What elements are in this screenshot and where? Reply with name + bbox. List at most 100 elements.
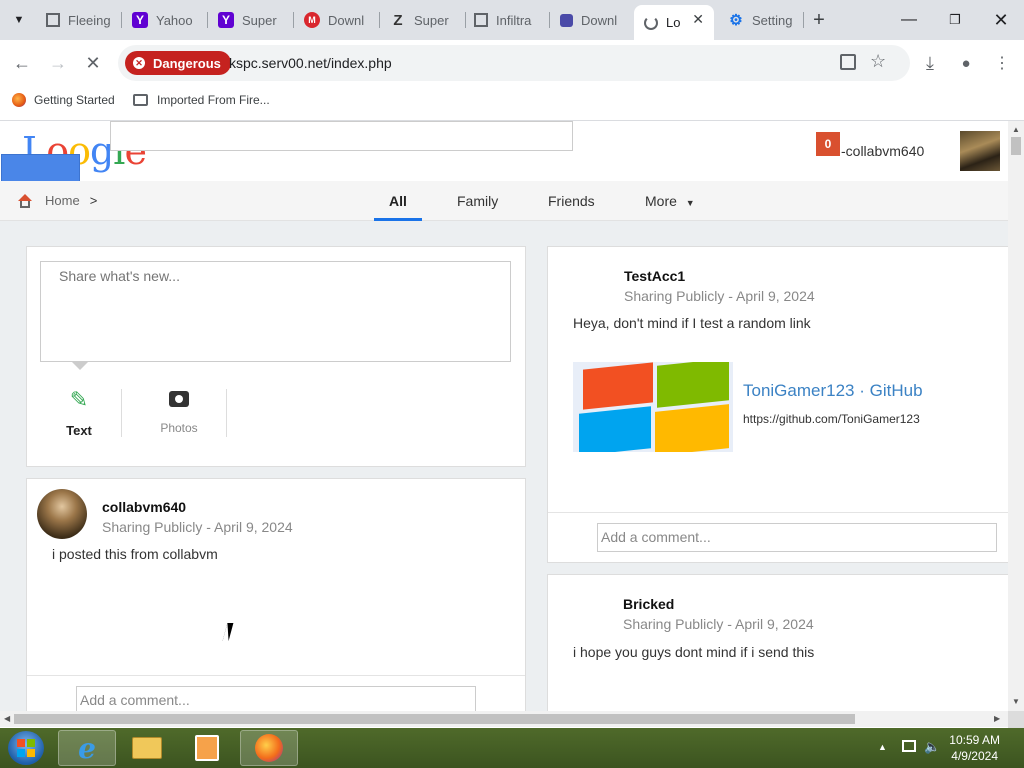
caret-down-icon: ▼ bbox=[685, 198, 695, 208]
browser-tab[interactable]: Fleeing bbox=[46, 6, 122, 34]
bookmark-imported-folder[interactable]: Imported From Fire... bbox=[133, 93, 270, 107]
scroll-left-icon[interactable]: ◀ bbox=[4, 714, 10, 723]
z-icon: Z bbox=[393, 11, 403, 29]
show-hidden-icons[interactable]: ▲ bbox=[878, 742, 887, 752]
horizontal-scrollbar[interactable]: ◀ ▶ bbox=[0, 711, 1008, 727]
browser-tab[interactable]: Y Yahoo bbox=[132, 6, 208, 34]
profile-icon[interactable]: ● bbox=[951, 48, 981, 78]
tab-search-button[interactable]: ▼ bbox=[6, 8, 32, 32]
taskbar: e ▲ 🔈 10:59 AM 4/9/2024 bbox=[0, 728, 1024, 768]
tab-friends[interactable]: Friends bbox=[548, 193, 595, 209]
search-button[interactable] bbox=[1, 154, 80, 183]
link-url[interactable]: https://github.com/ToniGamer123 bbox=[743, 412, 920, 426]
yahoo-icon: Y bbox=[218, 12, 234, 28]
scroll-right-icon[interactable]: ▶ bbox=[994, 714, 1000, 723]
tab-strip: ▼ Fleeing Y Yahoo Y Super M Downl Z Supe… bbox=[0, 0, 1024, 40]
post-meta: Sharing Publicly - April 9, 2024 bbox=[623, 616, 814, 632]
home-icon[interactable] bbox=[17, 193, 33, 208]
close-icon[interactable]: ✕ bbox=[692, 11, 704, 28]
star-icon[interactable]: ☆ bbox=[870, 51, 886, 72]
text-post-button[interactable]: ✎ Text bbox=[47, 387, 111, 439]
post-meta: Sharing Publicly - April 9, 2024 bbox=[102, 519, 293, 535]
windows-logo-icon bbox=[583, 362, 653, 410]
camera-icon bbox=[169, 391, 189, 407]
yahoo-icon: Y bbox=[132, 12, 148, 28]
dangerous-site-chip[interactable]: ✕ Dangerous bbox=[125, 51, 231, 75]
no-image-icon[interactable] bbox=[840, 54, 856, 70]
browser-tab[interactable]: Infiltra bbox=[474, 6, 550, 34]
taskbar-explorer[interactable] bbox=[118, 730, 176, 766]
forward-button[interactable]: → bbox=[43, 48, 73, 78]
comment-input[interactable]: Add a comment... bbox=[76, 686, 476, 711]
browser-tab[interactable]: M Downl bbox=[304, 6, 380, 34]
tab-family[interactable]: Family bbox=[457, 193, 498, 209]
post-card: TestAcc1 Sharing Publicly - April 9, 202… bbox=[547, 246, 1008, 563]
taskbar-media-player[interactable] bbox=[178, 730, 236, 766]
divider bbox=[548, 512, 1008, 513]
browser-tab[interactable]: Y Super bbox=[218, 6, 294, 34]
address-bar[interactable]: ✕ Dangerous kspc.serv00.net/index.php ☆ bbox=[118, 45, 910, 81]
back-button[interactable]: ← bbox=[7, 48, 37, 78]
site-search-input[interactable] bbox=[110, 121, 573, 151]
start-button[interactable] bbox=[8, 731, 44, 765]
download-icon[interactable]: ⤓ bbox=[915, 48, 945, 78]
stop-loading-button[interactable]: ✕ bbox=[78, 48, 108, 78]
danger-icon: ✕ bbox=[133, 57, 145, 69]
post-card: collabvm640 Sharing Publicly - April 9, … bbox=[26, 478, 526, 711]
site-header: Loogle 0 -collabvm640 bbox=[0, 121, 1008, 183]
menu-icon[interactable]: ⋮ bbox=[987, 48, 1017, 78]
link-preview-image[interactable] bbox=[573, 362, 733, 452]
system-clock[interactable]: 10:59 AM 4/9/2024 bbox=[949, 732, 1000, 764]
browser-tab[interactable]: Z Super bbox=[390, 6, 466, 34]
volume-icon[interactable]: 🔈 bbox=[924, 739, 940, 755]
breadcrumb-home[interactable]: Home bbox=[45, 193, 80, 208]
post-body: i hope you guys dont mind if i send this bbox=[573, 644, 815, 660]
web-page: Loogle 0 -collabvm640 Home > All Family … bbox=[0, 121, 1008, 711]
post-author[interactable]: TestAcc1 bbox=[624, 268, 685, 284]
url-text[interactable]: kspc.serv00.net/index.php bbox=[229, 55, 392, 71]
post-body: Heya, don't mind if I test a random link bbox=[573, 315, 811, 331]
taskbar-firefox[interactable] bbox=[240, 730, 298, 766]
notification-badge[interactable]: 0 bbox=[816, 132, 840, 156]
post-author[interactable]: Bricked bbox=[623, 596, 674, 612]
taskbar-ie[interactable]: e bbox=[58, 730, 116, 766]
active-tab-indicator bbox=[374, 218, 422, 221]
username-label[interactable]: -collabvm640 bbox=[841, 143, 924, 159]
folder-icon bbox=[133, 94, 148, 106]
scroll-corner bbox=[1008, 711, 1024, 728]
comment-input[interactable]: Add a comment... bbox=[597, 523, 997, 552]
scroll-up-icon[interactable]: ▲ bbox=[1012, 125, 1020, 134]
post-body: i posted this from collabvm bbox=[52, 546, 218, 562]
breadcrumb: Home > bbox=[17, 193, 97, 208]
post-author[interactable]: collabvm640 bbox=[102, 499, 186, 515]
window-close-button[interactable]: ✕ bbox=[978, 0, 1024, 40]
minimize-button[interactable]: — bbox=[886, 0, 932, 40]
browser-tab-active[interactable]: Lo ✕ bbox=[634, 5, 714, 40]
tab-more[interactable]: More ▼ bbox=[645, 193, 695, 209]
browser-tab[interactable]: ⚙ Setting bbox=[728, 6, 804, 34]
bookmark-getting-started[interactable]: Getting Started bbox=[12, 93, 115, 107]
divider bbox=[27, 675, 525, 676]
scroll-thumb[interactable] bbox=[1011, 137, 1021, 155]
windows-logo-icon bbox=[17, 739, 35, 757]
loading-icon bbox=[644, 15, 658, 30]
gear-icon: ⚙ bbox=[729, 12, 743, 29]
firefox-icon bbox=[255, 734, 283, 762]
scroll-down-icon[interactable]: ▼ bbox=[1012, 697, 1020, 706]
mega-icon: M bbox=[304, 12, 320, 28]
scroll-thumb[interactable] bbox=[14, 714, 855, 724]
link-title[interactable]: ToniGamer123 · GitHub bbox=[743, 381, 923, 401]
tab-all[interactable]: All bbox=[389, 193, 407, 209]
avatar[interactable] bbox=[37, 489, 87, 539]
network-icon[interactable] bbox=[902, 740, 916, 752]
browser-tab[interactable]: Downl bbox=[560, 6, 636, 34]
new-tab-button[interactable]: + bbox=[806, 8, 832, 32]
avatar[interactable] bbox=[960, 131, 1000, 171]
photos-post-button[interactable]: Photos bbox=[147, 387, 211, 439]
textarea-pointer bbox=[71, 361, 89, 370]
share-textarea[interactable] bbox=[40, 261, 511, 362]
bookmarks-bar: Getting Started Imported From Fire... bbox=[0, 86, 1024, 121]
restore-button[interactable]: ❐ bbox=[932, 0, 978, 40]
divider bbox=[121, 389, 122, 437]
vertical-scrollbar[interactable]: ▲ ▼ bbox=[1008, 121, 1024, 711]
